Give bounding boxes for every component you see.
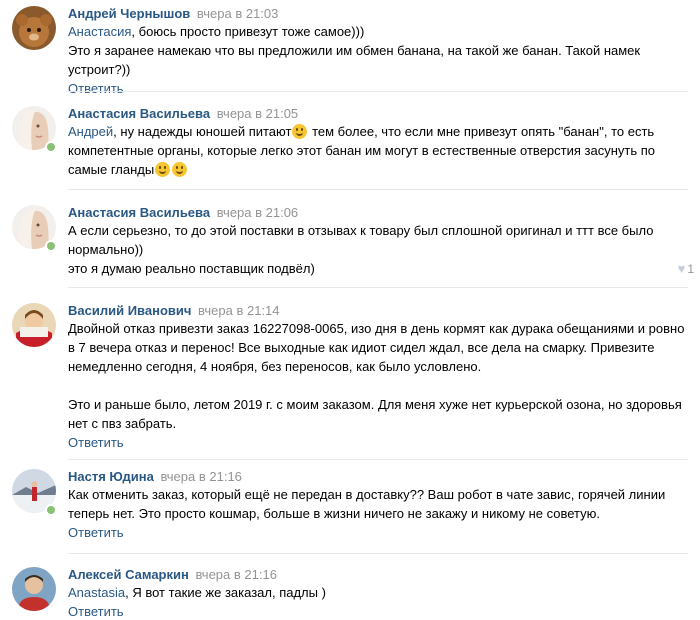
avatar[interactable] bbox=[12, 303, 56, 347]
grinning-emoji-icon bbox=[155, 162, 171, 177]
reply-button[interactable]: Ответить bbox=[68, 604, 124, 620]
comment-author[interactable]: Анастасия Васильева bbox=[68, 106, 210, 121]
comment-time[interactable]: вчера в 21:05 bbox=[217, 106, 298, 121]
text-part: Как отменить заказ, который ещё не перед… bbox=[68, 487, 666, 521]
comment-author[interactable]: Алексей Самаркин bbox=[68, 567, 189, 582]
reply-button[interactable]: Ответить bbox=[68, 525, 124, 541]
comment-text: Анастасия, боюсь просто привезут тоже са… bbox=[68, 22, 688, 79]
like-button[interactable]: ♥ 1 bbox=[678, 261, 694, 276]
separator bbox=[68, 287, 688, 288]
text-part: , Я вот такие же заказал, падлы ) bbox=[125, 585, 326, 600]
comment-text: Двойной отказ привезти заказ 16227098-00… bbox=[68, 319, 688, 433]
online-indicator bbox=[45, 504, 57, 516]
text-paragraph: Это и раньше было, летом 2019 г. с моим … bbox=[68, 397, 682, 431]
comment-time[interactable]: вчера в 21:06 bbox=[217, 205, 298, 220]
comment-text: Как отменить заказ, который ещё не перед… bbox=[68, 485, 688, 523]
reply-button[interactable]: Ответить bbox=[68, 435, 124, 451]
mention-link[interactable]: Anastasia bbox=[68, 585, 125, 600]
text-part: Это я заранее намекаю что вы предложили … bbox=[68, 43, 641, 77]
text-part: А если серьезно, то до этой поставки в о… bbox=[68, 223, 654, 257]
like-count: 1 bbox=[687, 262, 694, 276]
avatar[interactable] bbox=[12, 567, 56, 611]
reply-button[interactable]: Ответить bbox=[68, 81, 124, 97]
comment-author[interactable]: Настя Юдина bbox=[68, 469, 154, 484]
comment-author[interactable]: Василий Иванович bbox=[68, 303, 191, 318]
separator bbox=[68, 459, 688, 460]
online-indicator bbox=[45, 141, 57, 153]
comment-author[interactable]: Анастасия Васильева bbox=[68, 205, 210, 220]
mention-link[interactable]: Анастасия bbox=[68, 24, 131, 39]
comment-author[interactable]: Андрей Чернышов bbox=[68, 6, 190, 21]
text-part: , ну надежды юношей питают bbox=[113, 124, 292, 139]
separator bbox=[68, 91, 688, 92]
heart-icon: ♥ bbox=[677, 261, 686, 276]
comment-text: Андрей, ну надежды юношей питают тем бол… bbox=[68, 122, 688, 179]
mention-link[interactable]: Андрей bbox=[68, 124, 113, 139]
laughing-emoji-icon bbox=[292, 124, 308, 139]
avatar[interactable] bbox=[12, 6, 56, 50]
comment-time[interactable]: вчера в 21:14 bbox=[198, 303, 279, 318]
comment-time[interactable]: вчера в 21:16 bbox=[160, 469, 241, 484]
comment-text: А если серьезно, то до этой поставки в о… bbox=[68, 221, 688, 278]
text-part: это я думаю реально поставщик подвёл) bbox=[68, 261, 315, 276]
text-part: , боюсь просто привезут тоже самое))) bbox=[131, 24, 365, 39]
comment-time[interactable]: вчера в 21:03 bbox=[197, 6, 278, 21]
separator bbox=[68, 553, 688, 554]
separator bbox=[68, 189, 688, 190]
smirk-emoji-icon bbox=[172, 162, 188, 177]
online-indicator bbox=[45, 240, 57, 252]
comment-time[interactable]: вчера в 21:16 bbox=[195, 567, 276, 582]
text-paragraph: Двойной отказ привезти заказ 16227098-00… bbox=[68, 321, 685, 374]
comment-text: Anastasia, Я вот такие же заказал, падлы… bbox=[68, 583, 688, 602]
